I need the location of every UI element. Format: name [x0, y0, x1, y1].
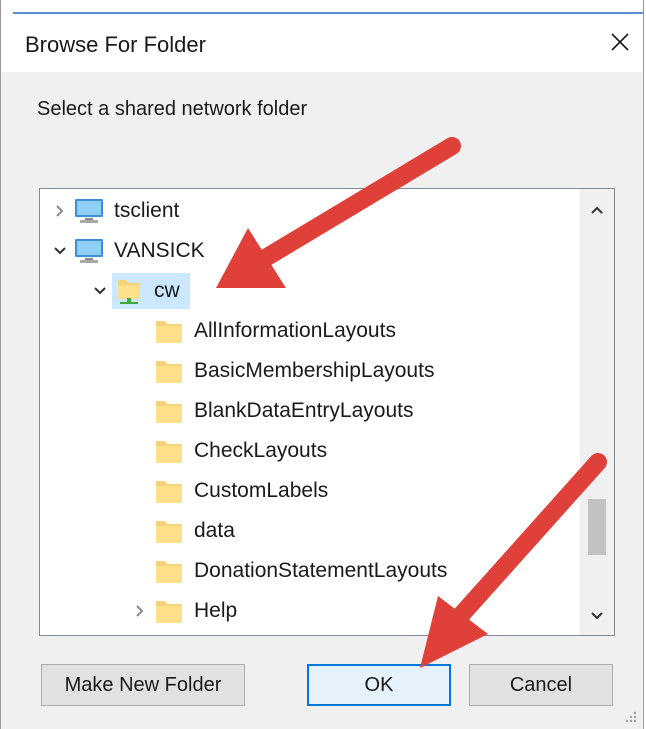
- collapse-chevron-icon[interactable]: [88, 279, 112, 303]
- tree-item-content[interactable]: BlankDataEntryLayouts: [152, 393, 423, 429]
- tree-item-label: data: [194, 519, 235, 542]
- expand-chevron-icon[interactable]: [128, 599, 152, 623]
- tree-item[interactable]: VANSICK: [48, 231, 215, 271]
- tree-item-label: BasicMembershipLayouts: [194, 359, 435, 382]
- folder-icon: [152, 554, 186, 588]
- close-button[interactable]: [597, 22, 643, 62]
- tree-item[interactable]: tsclient: [48, 191, 189, 231]
- expand-chevron-icon[interactable]: [48, 199, 72, 223]
- scrollbar-thumb[interactable]: [588, 499, 606, 555]
- tree-item-label: DonationStatementLayouts: [194, 559, 448, 582]
- folder-icon: [152, 314, 186, 348]
- tree-item[interactable]: data: [128, 511, 245, 551]
- tree-item[interactable]: CustomLabels: [128, 471, 338, 511]
- tree-item[interactable]: DonationStatementLayouts: [128, 551, 457, 591]
- tree-item-label: VANSICK: [114, 239, 205, 262]
- folder-icon: [152, 474, 186, 508]
- tree-item[interactable]: CheckLayouts: [128, 431, 337, 471]
- tree-item-label: CustomLabels: [194, 479, 329, 502]
- tree-item-content[interactable]: AllInformationLayouts: [152, 313, 406, 349]
- tree-item-label: BlankDataEntryLayouts: [194, 399, 414, 422]
- tree-item[interactable]: cw: [88, 271, 190, 311]
- ok-button[interactable]: OK: [307, 664, 451, 706]
- cancel-button[interactable]: Cancel: [469, 664, 613, 706]
- title-bar: Browse For Folder: [1, 14, 643, 72]
- tree-item-content[interactable]: cw: [112, 273, 190, 309]
- scroll-down-button[interactable]: [580, 599, 614, 633]
- shared-folder-icon: [112, 274, 146, 308]
- monitor-icon: [72, 194, 106, 228]
- browse-for-folder-dialog: Browse For Folder Select a shared networ…: [0, 0, 644, 729]
- folder-icon: [152, 594, 186, 628]
- folder-tree[interactable]: tsclient VANSICK cw AllInformationLayouts Ba…: [39, 188, 615, 636]
- tree-item-content[interactable]: BasicMembershipLayouts: [152, 353, 444, 389]
- folder-icon: [152, 354, 186, 388]
- scroll-up-button[interactable]: [580, 193, 614, 227]
- tree-item-content[interactable]: CheckLayouts: [152, 433, 337, 469]
- tree-item-label: Help: [194, 599, 238, 622]
- chevron-down-icon: [591, 612, 603, 620]
- window-top-edge: [1, 0, 643, 14]
- tree-item[interactable]: AllInformationLayouts: [128, 311, 406, 351]
- tree-item-content[interactable]: data: [152, 513, 245, 549]
- close-icon: [611, 33, 629, 51]
- tree-item-content[interactable]: VANSICK: [72, 233, 215, 269]
- window-title: Browse For Folder: [25, 32, 206, 57]
- tree-item-content[interactable]: DonationStatementLayouts: [152, 553, 457, 589]
- tree-item-label: CheckLayouts: [194, 439, 328, 462]
- collapse-chevron-icon[interactable]: [48, 239, 72, 263]
- tree-item-content[interactable]: Help: [152, 593, 247, 629]
- resize-grip-icon[interactable]: [623, 709, 637, 723]
- prompt-text: Select a shared network folder: [37, 98, 308, 120]
- folder-icon: [152, 394, 186, 428]
- folder-icon: [152, 434, 186, 468]
- folder-icon: [152, 514, 186, 548]
- tree-item-content[interactable]: CustomLabels: [152, 473, 338, 509]
- tree-item[interactable]: BasicMembershipLayouts: [128, 351, 444, 391]
- tree-item-label: AllInformationLayouts: [194, 319, 396, 342]
- make-new-folder-button[interactable]: Make New Folder: [41, 664, 245, 706]
- chevron-up-icon: [591, 206, 603, 214]
- vertical-scrollbar[interactable]: [580, 189, 614, 635]
- tree-item-label: cw: [154, 279, 180, 302]
- tree-item-content[interactable]: tsclient: [72, 193, 189, 229]
- monitor-icon: [72, 234, 106, 268]
- tree-item-label: tsclient: [114, 199, 180, 222]
- tree-item[interactable]: Help: [128, 591, 247, 631]
- tree-item[interactable]: BlankDataEntryLayouts: [128, 391, 423, 431]
